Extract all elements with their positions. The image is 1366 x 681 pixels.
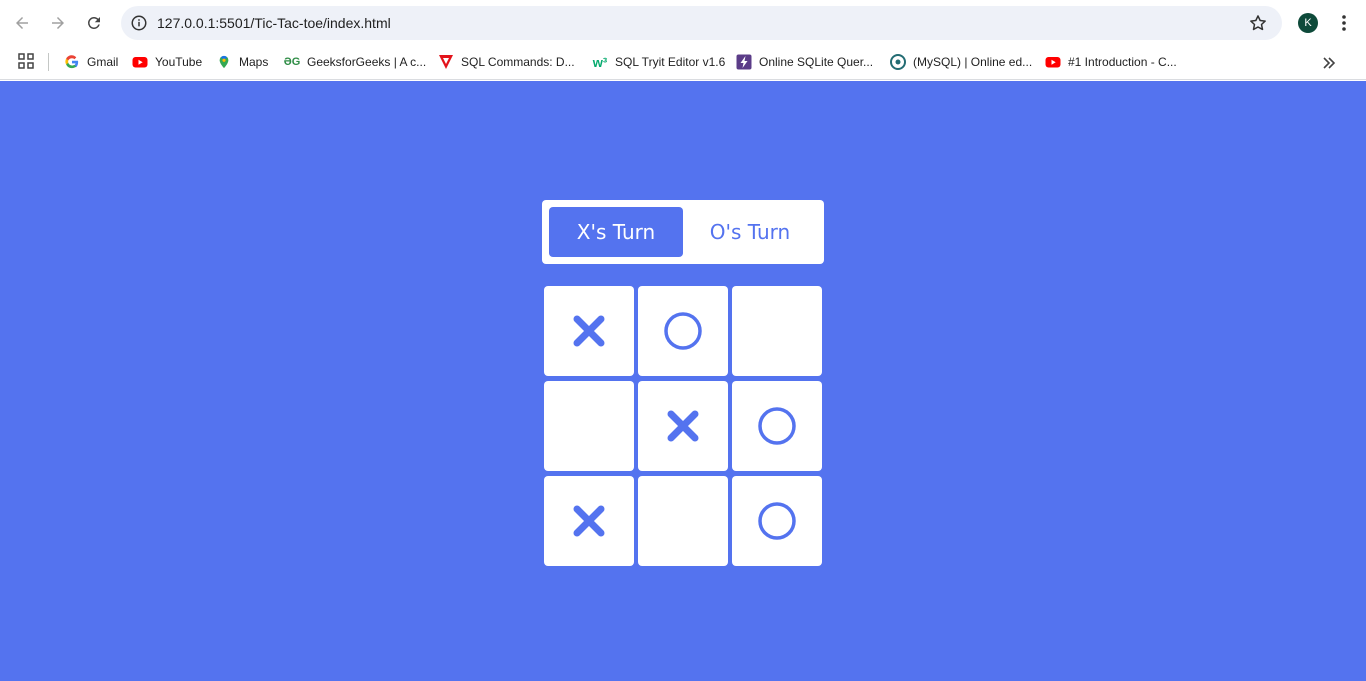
youtube-icon: [1045, 54, 1061, 70]
board-cell-5[interactable]: [638, 381, 728, 471]
bookmark-label: Maps: [239, 55, 269, 69]
bookmark-star-icon[interactable]: [1248, 13, 1268, 33]
browser-toolbar: 127.0.0.1:5501/Tic-Tac-toe/index.html K: [0, 0, 1366, 46]
bookmark-label: Online SQLite Quer...: [759, 55, 874, 69]
o-mark-icon: [664, 312, 702, 350]
o-mark-icon: [758, 407, 796, 445]
bookmark-sql-tryit-editor[interactable]: w³ SQL Tryit Editor v1.6: [592, 51, 726, 73]
back-button[interactable]: [10, 11, 34, 35]
site-info-icon[interactable]: [130, 14, 148, 32]
address-bar[interactable]: 127.0.0.1:5501/Tic-Tac-toe/index.html: [121, 6, 1282, 40]
bookmark-label: SQL Tryit Editor v1.6: [615, 55, 726, 69]
bookmark-online-sqlite[interactable]: Online SQLite Quer...: [736, 51, 873, 73]
bookmarks-divider: [48, 53, 49, 71]
o-mark-icon: [758, 502, 796, 540]
bookmark-label: SQL Commands: D...: [461, 55, 575, 69]
x-mark-icon: [573, 505, 605, 537]
bookmark-youtube[interactable]: YouTube: [132, 51, 202, 73]
url-text[interactable]: 127.0.0.1:5501/Tic-Tac-toe/index.html: [157, 15, 391, 31]
back-arrow-icon: [16, 17, 28, 29]
bookmark-introduction[interactable]: #1 Introduction - C...: [1045, 51, 1177, 73]
more-bookmarks-chevron-icon[interactable]: [1320, 54, 1338, 72]
board-cell-1[interactable]: [544, 286, 634, 376]
sql-commands-icon: [438, 54, 454, 70]
board-cell-8[interactable]: [638, 476, 728, 566]
game-board: [544, 286, 822, 566]
bookmark-maps[interactable]: Maps: [216, 51, 268, 73]
x-turn-tab[interactable]: X's Turn: [549, 207, 683, 257]
apps-grid-icon[interactable]: [18, 53, 34, 69]
board-cell-2[interactable]: [638, 286, 728, 376]
board-cell-4[interactable]: [544, 381, 634, 471]
reload-icon: [87, 16, 100, 29]
forward-arrow-icon: [52, 17, 64, 29]
reload-button[interactable]: [82, 11, 106, 35]
geeksforgeeks-icon: ƏG: [283, 56, 301, 68]
bookmark-label: Gmail: [87, 55, 119, 69]
youtube-icon: [132, 54, 148, 70]
turn-indicator: X's Turn O's Turn: [542, 200, 824, 264]
bookmarks-bar: Gmail YouTube Maps ƏG GeeksforGeeks | A …: [0, 46, 1366, 80]
board-cell-9[interactable]: [732, 476, 822, 566]
onecompiler-icon: [890, 54, 906, 70]
bookmark-label: GeeksforGeeks | A c...: [307, 55, 427, 69]
browser-menu-icon[interactable]: [1334, 12, 1354, 34]
x-mark-icon: [667, 410, 699, 442]
bookmark-gmail[interactable]: Gmail: [64, 51, 118, 73]
w3schools-icon: w³: [592, 54, 608, 70]
o-turn-tab[interactable]: O's Turn: [683, 207, 817, 257]
bookmark-label: YouTube: [155, 55, 203, 69]
bookmark-label: (MySQL) | Online ed...: [913, 55, 1033, 69]
board-cell-3[interactable]: [732, 286, 822, 376]
maps-icon: [216, 54, 232, 70]
board-cell-6[interactable]: [732, 381, 822, 471]
game-page: X's Turn O's Turn: [0, 81, 1366, 681]
forward-button[interactable]: [46, 11, 70, 35]
x-mark-icon: [573, 315, 605, 347]
profile-avatar[interactable]: K: [1298, 13, 1318, 33]
google-icon: [64, 54, 80, 70]
board-cell-7[interactable]: [544, 476, 634, 566]
sqlite-icon: [736, 54, 752, 70]
bookmark-sql-commands[interactable]: SQL Commands: D...: [438, 51, 575, 73]
bookmark-label: #1 Introduction - C...: [1068, 55, 1177, 69]
bookmark-geeksforgeeks[interactable]: ƏG GeeksforGeeks | A c...: [284, 51, 426, 73]
bookmark-mysql-online-editor[interactable]: (MySQL) | Online ed...: [890, 51, 1032, 73]
